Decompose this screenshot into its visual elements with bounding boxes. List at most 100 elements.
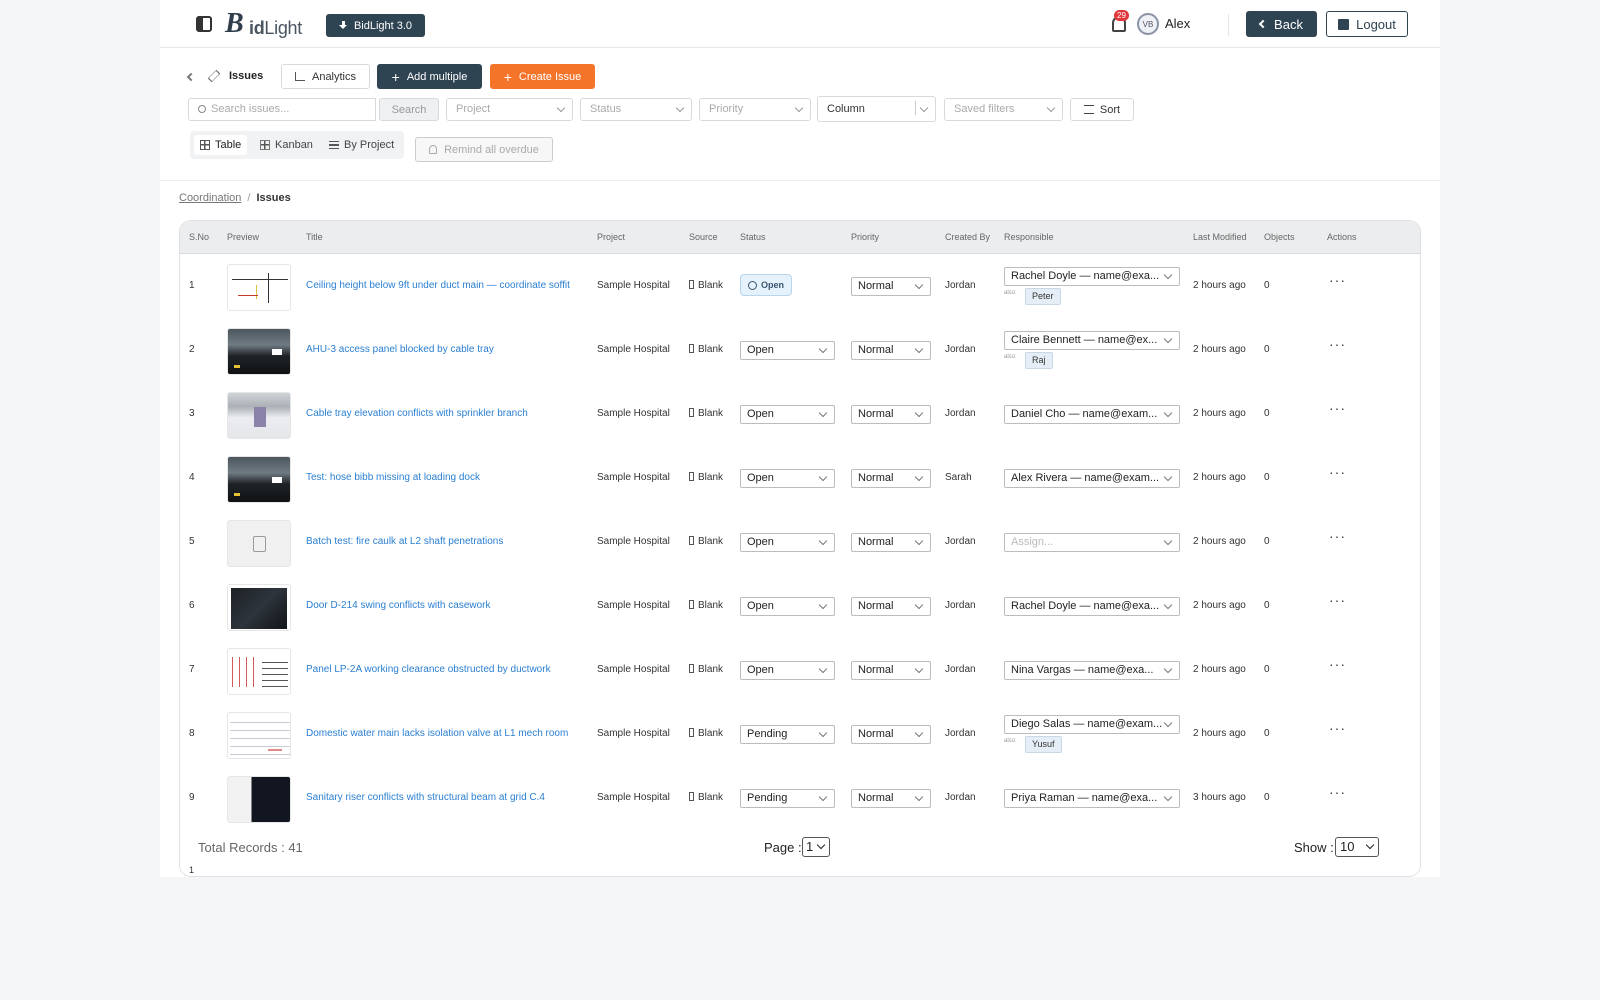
more-actions-icon[interactable]: ··· — [1329, 656, 1346, 672]
remind-all-overdue-button[interactable]: Remind all overdue — [415, 137, 553, 162]
table-row[interactable]: 9 Sanitary riser conflicts with structura… — [180, 766, 1420, 831]
table-row[interactable]: 3 Cable tray elevation conflicts with spr… — [180, 382, 1420, 447]
issue-title-link[interactable]: Sanitary riser conflicts with structural… — [306, 792, 545, 803]
column-header[interactable]: Source — [689, 232, 718, 242]
sidebar-toggle-icon[interactable] — [196, 16, 212, 32]
column-select[interactable]: Column — [817, 96, 936, 122]
status-select[interactable]: Open — [740, 469, 835, 488]
issue-title-link[interactable]: Door D-214 swing conflicts with casework — [306, 600, 491, 611]
page-select[interactable]: 1 — [802, 837, 830, 857]
tab-by-project[interactable]: By Project — [323, 135, 400, 155]
table-row[interactable]: 8 Domestic water main lacks isolation val… — [180, 702, 1420, 767]
breadcrumb-coordination[interactable]: Coordination — [179, 192, 241, 204]
priority-select[interactable]: Normal — [851, 277, 931, 296]
preview-thumbnail[interactable] — [227, 712, 291, 759]
preview-thumbnail[interactable] — [227, 264, 291, 311]
priority-select[interactable]: Normal — [851, 725, 931, 744]
create-issue-button[interactable]: + Create Issue — [490, 64, 595, 89]
responsible-select[interactable]: Rachel Doyle — name@exa... — [1004, 597, 1180, 616]
preview-thumbnail[interactable] — [227, 456, 291, 503]
more-actions-icon[interactable]: ··· — [1329, 272, 1346, 288]
issue-title-link[interactable]: Ceiling height below 9ft under duct main… — [306, 280, 570, 291]
more-actions-icon[interactable]: ··· — [1329, 464, 1346, 480]
tab-table[interactable]: Table — [194, 135, 248, 155]
saved-filters-select[interactable]: Saved filters — [944, 98, 1063, 121]
chevron-left-icon[interactable] — [186, 72, 196, 82]
priority-select[interactable]: Normal — [851, 341, 931, 360]
bidlight-logo[interactable]: B idLight — [225, 8, 305, 39]
more-actions-icon[interactable]: ··· — [1329, 400, 1346, 416]
add-multiple-button[interactable]: + Add multiple — [377, 64, 482, 89]
more-actions-icon[interactable]: ··· — [1329, 720, 1346, 736]
responsible-select[interactable]: Claire Bennett — name@ex... — [1004, 331, 1180, 350]
issue-title-link[interactable]: Test: hose bibb missing at loading dock — [306, 472, 480, 483]
version-download-button[interactable]: BidLight 3.0 — [326, 14, 425, 37]
table-row[interactable]: 6 Door D-214 swing conflicts with casewor… — [180, 574, 1420, 639]
also-responsible-chip[interactable]: Raj — [1025, 352, 1053, 369]
preview-thumbnail[interactable] — [227, 520, 291, 567]
more-actions-icon[interactable]: ··· — [1329, 592, 1346, 608]
preview-thumbnail[interactable] — [227, 392, 291, 439]
column-header[interactable]: S.No — [189, 232, 209, 242]
priority-select[interactable]: Normal — [851, 533, 931, 552]
status-filter-select[interactable]: Status — [580, 98, 692, 121]
more-actions-icon[interactable]: ··· — [1329, 336, 1346, 352]
issue-title-link[interactable]: AHU-3 access panel blocked by cable tray — [306, 344, 494, 355]
analytics-button[interactable]: Analytics — [281, 64, 370, 89]
priority-select[interactable]: Normal — [851, 405, 931, 424]
responsible-select[interactable]: Rachel Doyle — name@exa... — [1004, 267, 1180, 286]
also-responsible-chip[interactable]: Peter — [1025, 288, 1061, 305]
table-row[interactable]: 5 Batch test: fire caulk at L2 shaft pene… — [180, 510, 1420, 575]
status-select[interactable]: Pending — [740, 725, 835, 744]
project-filter-select[interactable]: Project — [446, 98, 573, 121]
responsible-select[interactable]: Nina Vargas — name@exa... — [1004, 661, 1180, 680]
priority-select[interactable]: Normal — [851, 469, 931, 488]
column-header[interactable]: Priority — [851, 232, 879, 242]
preview-thumbnail[interactable] — [227, 328, 291, 375]
search-button[interactable]: Search — [379, 98, 439, 121]
column-header[interactable]: Created By — [945, 232, 990, 242]
sort-button[interactable]: Sort — [1070, 98, 1134, 121]
preview-thumbnail[interactable] — [227, 648, 291, 695]
responsible-select[interactable]: Alex Rivera — name@exam... — [1004, 469, 1180, 488]
column-header[interactable]: Project — [597, 232, 625, 242]
status-select[interactable]: Open — [740, 661, 835, 680]
avatar[interactable]: VB — [1137, 13, 1159, 35]
column-header[interactable]: Status — [740, 232, 766, 242]
status-select[interactable]: Pending — [740, 789, 835, 808]
status-select[interactable]: Open — [740, 533, 835, 552]
priority-select[interactable]: Normal — [851, 597, 931, 616]
column-header[interactable]: Responsible — [1004, 232, 1054, 242]
status-select[interactable]: Open — [740, 341, 835, 360]
issue-title-link[interactable]: Domestic water main lacks isolation valv… — [306, 728, 568, 739]
preview-thumbnail[interactable] — [227, 776, 291, 823]
column-header[interactable]: Last Modified — [1193, 232, 1247, 242]
search-input[interactable]: Search issues... — [188, 98, 376, 121]
table-row[interactable]: 7 Panel LP-2A working clearance obstructe… — [180, 638, 1420, 703]
priority-filter-select[interactable]: Priority — [699, 98, 811, 121]
responsible-select[interactable]: Assign... — [1004, 533, 1180, 552]
more-actions-icon[interactable]: ··· — [1329, 528, 1346, 544]
issue-title-link[interactable]: Cable tray elevation conflicts with spri… — [306, 408, 528, 419]
table-row[interactable]: 2 AHU-3 access panel blocked by cable tra… — [180, 318, 1420, 383]
status-select[interactable]: Open — [740, 597, 835, 616]
column-header[interactable]: Title — [306, 232, 323, 242]
priority-select[interactable]: Normal — [851, 789, 931, 808]
column-header[interactable]: Objects — [1264, 232, 1295, 242]
issue-title-link[interactable]: Panel LP-2A working clearance obstructed… — [306, 664, 551, 675]
column-header[interactable]: Preview — [227, 232, 259, 242]
table-row[interactable]: 1 Ceiling height below 9ft under duct mai… — [180, 254, 1420, 319]
status-select[interactable]: Open — [740, 405, 835, 424]
preview-thumbnail[interactable] — [227, 584, 291, 631]
issue-title-link[interactable]: Batch test: fire caulk at L2 shaft penet… — [306, 536, 503, 547]
status-badge[interactable]: Open — [740, 274, 793, 296]
also-responsible-chip[interactable]: Yusuf — [1025, 736, 1062, 753]
user-name[interactable]: Alex — [1165, 16, 1190, 31]
responsible-select[interactable]: Daniel Cho — name@exam... — [1004, 405, 1180, 424]
tab-kanban[interactable]: Kanban — [254, 135, 319, 155]
priority-select[interactable]: Normal — [851, 661, 931, 680]
table-row[interactable]: 4 Test: hose bibb missing at loading dock… — [180, 446, 1420, 511]
logout-button[interactable]: Logout — [1326, 11, 1408, 37]
responsible-select[interactable]: Priya Raman — name@exa... — [1004, 789, 1180, 808]
back-button[interactable]: Back — [1246, 11, 1317, 37]
